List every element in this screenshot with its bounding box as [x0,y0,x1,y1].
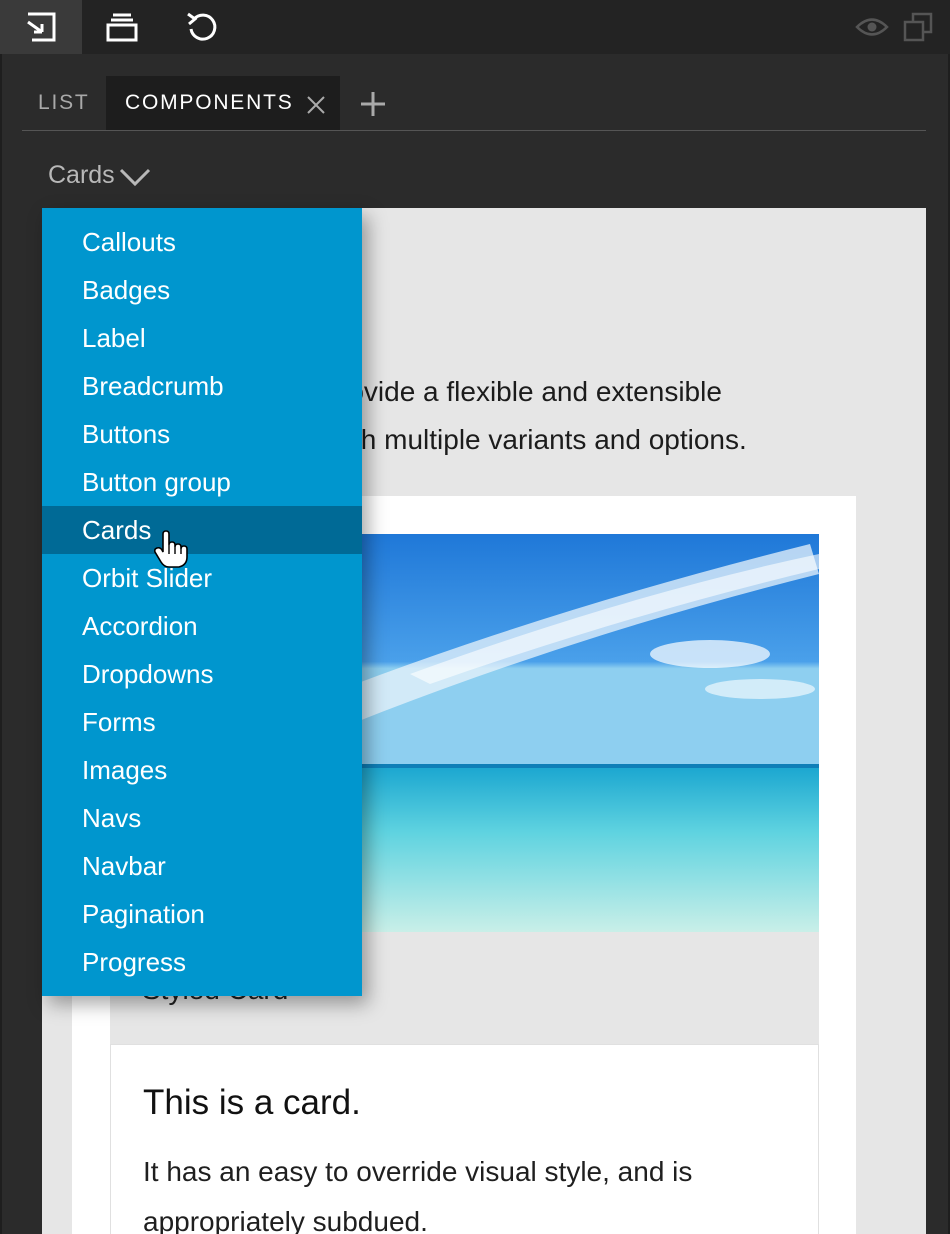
export-button[interactable] [0,0,82,54]
card-title: This is a card. [143,1083,361,1122]
component-category-menu: Callouts Badges Label Breadcrumb Buttons Butt… [42,208,362,996]
preview-toggle[interactable] [852,0,892,54]
menu-item-cards[interactable]: Cards [42,506,362,554]
plus-icon[interactable] [360,91,386,117]
menu-item-forms[interactable]: Forms [42,698,362,746]
menu-item-navbar[interactable]: Navbar [42,842,362,890]
tab-list[interactable]: LIST [22,76,104,130]
refresh-icon [187,12,217,41]
menu-item-badges[interactable]: Badges [42,266,362,314]
menu-item-breadcrumb[interactable]: Breadcrumb [42,362,362,410]
menu-item-orbit-slider[interactable]: Orbit Slider [42,554,362,602]
menu-item-pagination[interactable]: Pagination [42,890,362,938]
menu-item-accordion[interactable]: Accordion [42,602,362,650]
category-select[interactable]: Cards [48,157,151,193]
export-icon [27,12,56,42]
tab-components-label: COMPONENTS [125,91,294,114]
menu-item-images[interactable]: Images [42,746,362,794]
top-toolbar [0,0,950,54]
menu-item-label[interactable]: Label [42,314,362,362]
archive-icon [106,13,138,42]
chevron-down-icon [119,168,150,187]
card-text: It has an easy to override visual style,… [143,1156,693,1234]
windows-icon [903,12,933,42]
tab-bar: LIST COMPONENTS [22,76,926,131]
menu-item-navs[interactable]: Navs [42,794,362,842]
archive-button[interactable] [82,0,162,54]
menu-item-buttons[interactable]: Buttons [42,410,362,458]
menu-item-dropdowns[interactable]: Dropdowns [42,650,362,698]
card-body: This is a card. It has an easy to overri… [110,1044,819,1234]
eye-icon [855,18,889,36]
menu-item-button-group[interactable]: Button group [42,458,362,506]
menu-item-progress[interactable]: Progress [42,938,362,986]
refresh-button[interactable] [162,0,242,54]
hand-cursor-icon [154,530,188,568]
category-select-label: Cards [48,160,115,189]
menu-item-callouts[interactable]: Callouts [42,218,362,266]
close-icon[interactable] [305,94,327,116]
detach-button[interactable] [896,0,940,54]
